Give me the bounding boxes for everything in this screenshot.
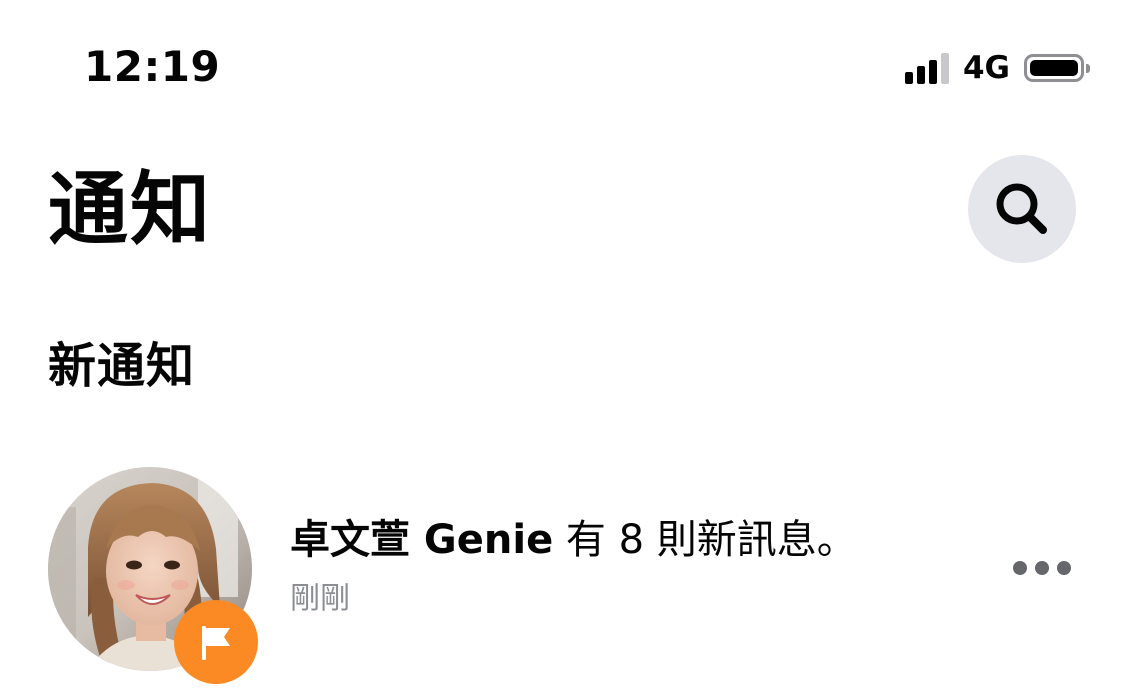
more-options-button[interactable]	[1000, 550, 1084, 586]
flag-icon	[202, 626, 230, 660]
more-options-icon	[1035, 561, 1049, 575]
more-options-icon	[1013, 561, 1027, 575]
more-options-icon	[1057, 561, 1071, 575]
cellular-signal-icon	[904, 52, 949, 84]
section-title-new: 新通知	[48, 338, 196, 394]
status-indicators: 4G	[904, 48, 1090, 88]
notification-item[interactable]: 卓文萱 Genie 有 8 則新訊息。 剛剛	[0, 450, 1124, 699]
network-type: 4G	[962, 50, 1010, 86]
notifications-screen: 12:19 4G 通知 新通知 卓文萱 Genie 有 8 則新訊息。 剛剛	[0, 0, 1124, 699]
status-time: 12:19	[84, 42, 221, 91]
notification-time: 剛剛	[290, 581, 350, 616]
notification-sender: 卓文萱 Genie	[290, 517, 554, 563]
page-title: 通知	[48, 163, 212, 256]
notification-text: 卓文萱 Genie 有 8 則新訊息。	[290, 515, 857, 565]
search-icon	[996, 183, 1047, 234]
page-badge	[174, 600, 258, 684]
search-button[interactable]	[968, 155, 1076, 263]
notification-message: 有 8 則新訊息。	[553, 517, 857, 563]
battery-icon	[1024, 54, 1090, 82]
